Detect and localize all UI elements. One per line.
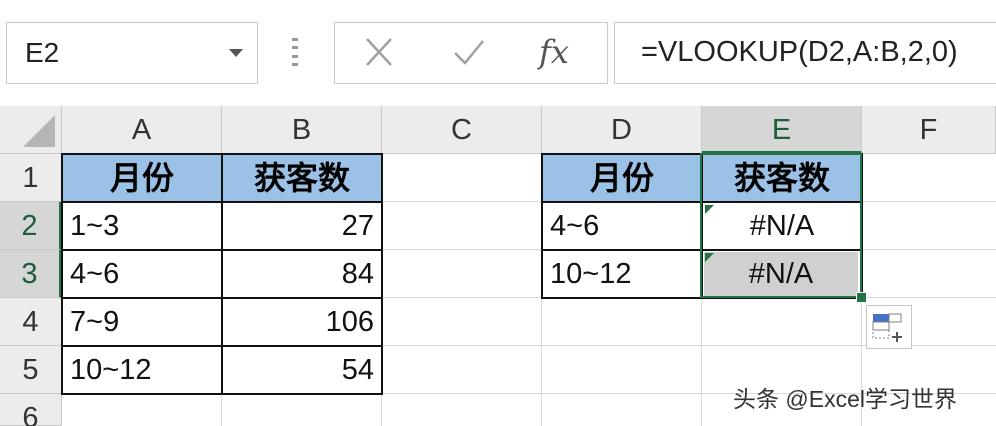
cell-e1[interactable]: 获客数 [702,154,862,202]
resize-grip-icon[interactable] [292,38,298,66]
chevron-down-icon[interactable] [229,49,243,57]
row-header-3[interactable]: 3 [0,250,62,298]
table-border [61,249,383,251]
name-box[interactable]: E2 [6,22,258,84]
error-indicator-icon[interactable] [705,253,714,262]
cell-b3[interactable]: 84 [222,250,382,298]
cell-b1[interactable]: 获客数 [222,154,382,202]
fill-handle[interactable] [856,292,867,303]
row-header-1[interactable]: 1 [0,154,62,202]
column-header-d[interactable]: D [542,106,702,154]
cell-b5[interactable]: 54 [222,346,382,394]
worksheet-grid: A B C D E F 1 2 3 4 5 6 月份 获客数 1~3 27 4~… [0,106,996,426]
table-border [61,201,383,203]
formula-input[interactable]: =VLOOKUP(D2,A:B,2,0) [614,22,996,84]
quick-analysis-button[interactable] [866,305,912,349]
table-border [61,297,383,299]
cell-a5[interactable]: 10~12 [62,346,222,394]
row-header-2[interactable]: 2 [0,202,62,250]
cell-b2[interactable]: 27 [222,202,382,250]
row-header-4[interactable]: 4 [0,298,62,346]
cell-d2[interactable]: 4~6 [542,202,702,250]
cell-d1[interactable]: 月份 [542,154,702,202]
cell-a3[interactable]: 4~6 [62,250,222,298]
cell-d3[interactable]: 10~12 [542,250,702,298]
cell-a4[interactable]: 7~9 [62,298,222,346]
row-header-5[interactable]: 5 [0,346,62,394]
select-all-button[interactable] [0,106,62,154]
select-all-triangle-icon [23,115,55,147]
enter-icon[interactable] [439,31,499,75]
formula-bar-area: E2 fx =VLOOKUP(D2,A:B,2,0) [0,0,996,106]
cell-e2[interactable]: #N/A [702,202,862,250]
formula-text: =VLOOKUP(D2,A:B,2,0) [641,36,958,68]
column-header-e[interactable]: E [702,106,862,154]
cell-a1[interactable]: 月份 [62,154,222,202]
cancel-icon[interactable] [349,31,409,75]
formula-buttons: fx [334,22,608,84]
quick-analysis-icon [872,313,902,342]
table-border [61,345,383,347]
table-border [541,201,863,203]
table-border [541,249,863,251]
table-border [221,153,223,395]
cell-e3[interactable]: #N/A [704,252,858,296]
cell-b4[interactable]: 106 [222,298,382,346]
watermark: 头条 @Excel学习世界 [733,386,957,412]
name-box-value: E2 [25,37,60,68]
column-header-c[interactable]: C [382,106,542,154]
column-header-a[interactable]: A [62,106,222,154]
function-icon[interactable]: fx [539,33,569,71]
column-header-b[interactable]: B [222,106,382,154]
cell-a2[interactable]: 1~3 [62,202,222,250]
error-indicator-icon[interactable] [705,205,714,214]
column-header-f[interactable]: F [862,106,996,154]
table-border [701,153,703,299]
spreadsheet-window: E2 fx =VLOOKUP(D2,A:B,2,0) A B C D E F 1… [0,0,996,426]
row-header-6[interactable]: 6 [0,394,62,426]
